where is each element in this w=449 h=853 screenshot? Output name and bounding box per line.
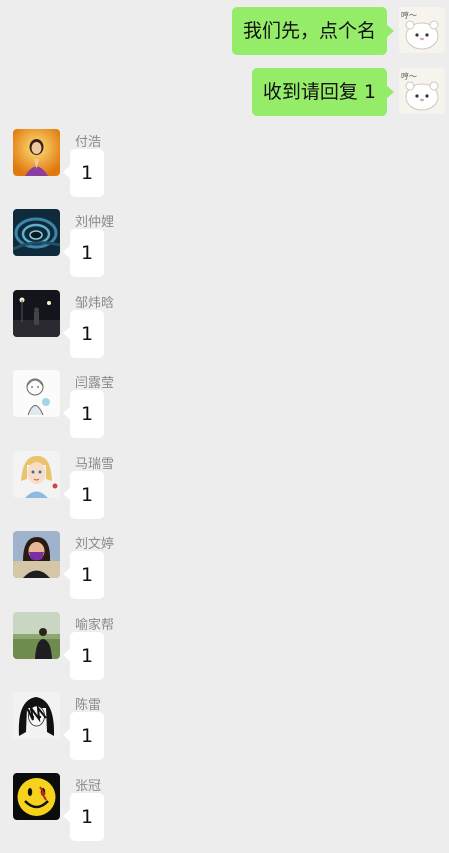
blue-swirl-avatar[interactable] bbox=[13, 209, 60, 256]
outgoing-message: 我们先，点个名 哼～ bbox=[0, 7, 449, 55]
incoming-message: 邹炜晗 1 bbox=[0, 290, 449, 370]
sender-name: 喻家帮 bbox=[75, 618, 115, 633]
incoming-message-bubble[interactable]: 1 bbox=[63, 793, 104, 841]
svg-text:哼～: 哼～ bbox=[401, 71, 417, 81]
incoming-message-bubble[interactable]: 1 bbox=[63, 310, 104, 358]
smiley-face-avatar[interactable] bbox=[13, 773, 60, 820]
masked-woman-avatar[interactable] bbox=[13, 531, 60, 578]
incoming-message-bubble[interactable]: 1 bbox=[63, 551, 104, 599]
incoming-message: 喻家帮 1 bbox=[0, 612, 449, 692]
cartoon-bear-sticker-avatar[interactable]: 哼～ bbox=[399, 68, 445, 114]
night-street-avatar[interactable] bbox=[13, 290, 60, 337]
incoming-message-bubble[interactable]: 1 bbox=[63, 390, 104, 438]
incoming-message: 刘文婷 1 bbox=[0, 531, 449, 611]
sender-name: 付浩 bbox=[75, 135, 102, 150]
outgoing-message-bubble[interactable]: 收到请回复 1 bbox=[251, 68, 395, 116]
woman-praying-photo-avatar[interactable] bbox=[13, 129, 60, 176]
outgoing-message: 收到请回复 1 哼～ bbox=[0, 68, 449, 116]
sender-name: 刘仲娌 bbox=[75, 215, 115, 230]
incoming-message: 刘仲娌 1 bbox=[0, 209, 449, 289]
incoming-message-bubble[interactable]: 1 bbox=[63, 712, 104, 760]
incoming-message: 陈雷 1 bbox=[0, 692, 449, 772]
incoming-message: 张冠 1 bbox=[0, 773, 449, 853]
sender-name: 闫露莹 bbox=[75, 376, 115, 391]
incoming-message: 闫露莹 1 bbox=[0, 370, 449, 450]
anime-girl-avatar[interactable] bbox=[13, 451, 60, 498]
incoming-message-bubble[interactable]: 1 bbox=[63, 149, 104, 197]
incoming-message-bubble[interactable]: 1 bbox=[63, 229, 104, 277]
outgoing-message-bubble[interactable]: 我们先，点个名 bbox=[231, 7, 395, 55]
man-in-field-avatar[interactable] bbox=[13, 612, 60, 659]
svg-text:哼～: 哼～ bbox=[401, 10, 417, 20]
sketch-girl-avatar[interactable] bbox=[13, 370, 60, 417]
sender-name: 张冠 bbox=[75, 779, 102, 794]
incoming-message-bubble[interactable]: 1 bbox=[63, 471, 104, 519]
incoming-message: 付浩 1 bbox=[0, 129, 449, 209]
cartoon-bear-sticker-avatar[interactable]: 哼～ bbox=[399, 7, 445, 53]
sender-name: 马瑞雪 bbox=[75, 457, 115, 472]
manga-character-avatar[interactable] bbox=[13, 692, 60, 739]
sender-name: 邹炜晗 bbox=[75, 296, 115, 311]
chat-message-list[interactable]: 我们先，点个名 哼～ 收到请回复 1 哼～ 付浩 1 刘仲娌 1 邹炜晗 1 闫… bbox=[0, 0, 449, 845]
incoming-message-bubble[interactable]: 1 bbox=[63, 632, 104, 680]
sender-name: 刘文婷 bbox=[75, 537, 115, 552]
incoming-message: 马瑞雪 1 bbox=[0, 451, 449, 531]
sender-name: 陈雷 bbox=[75, 698, 102, 713]
